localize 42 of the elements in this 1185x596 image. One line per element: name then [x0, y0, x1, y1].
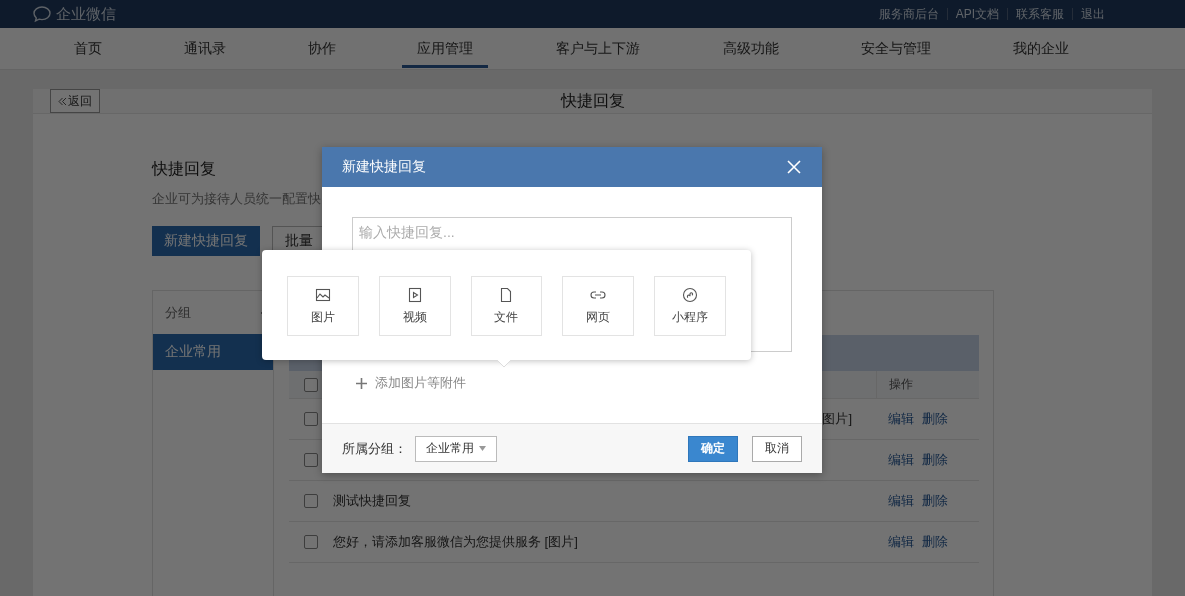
back-button[interactable]: 返回	[50, 89, 100, 113]
nav-tab[interactable]: 协作	[293, 32, 351, 68]
nav-tab[interactable]: 安全与管理	[846, 32, 946, 68]
action-link[interactable]: 编辑	[888, 533, 914, 551]
header-link[interactable]: 退出	[1072, 8, 1113, 20]
attachment-option[interactable]: 文件	[470, 276, 543, 336]
reply-text: 您好，请添加客服微信为您提供服务 [图片]	[333, 533, 578, 551]
attachment-option[interactable]: 网页	[562, 276, 635, 336]
section-title: 快捷回复	[152, 159, 216, 179]
action-link[interactable]: 编辑	[888, 451, 914, 469]
header-link[interactable]: 联系客服	[1007, 8, 1072, 20]
nav-tab[interactable]: 通讯录	[169, 32, 241, 68]
group-header: 分组	[165, 303, 191, 322]
reply-text: 图片]	[822, 410, 852, 428]
nav-tab[interactable]: 高级功能	[708, 32, 794, 68]
new-reply-button[interactable]: 新建快捷回复	[152, 226, 260, 256]
header-link[interactable]: 服务商后台	[870, 8, 947, 20]
action-link[interactable]: 删除	[922, 533, 948, 551]
attachment-option[interactable]: 图片	[287, 276, 359, 336]
confirm-button[interactable]: 确定	[688, 435, 738, 462]
group-item[interactable]: 企业常用	[153, 334, 273, 370]
group-label: 所属分组：	[342, 439, 407, 458]
action-link[interactable]: 编辑	[888, 492, 914, 510]
group-select[interactable]: 企业常用	[415, 435, 497, 462]
nav-tab[interactable]: 我的企业	[998, 32, 1084, 68]
dialog-title: 新建快捷回复	[342, 158, 426, 176]
attachment-option[interactable]: 视频	[378, 276, 451, 336]
column-header: 操作	[889, 376, 913, 393]
logo-text: 企业微信	[56, 4, 116, 24]
add-attachment-button[interactable]: 添加图片等附件	[356, 374, 466, 392]
action-link[interactable]: 编辑	[888, 410, 914, 428]
action-link[interactable]: 删除	[922, 492, 948, 510]
action-link[interactable]: 删除	[922, 410, 948, 428]
attachment-option[interactable]: 小程序	[654, 276, 726, 336]
action-link[interactable]: 删除	[922, 451, 948, 469]
page-title: 快捷回复	[559, 90, 626, 111]
cancel-button[interactable]: 取消	[752, 435, 802, 462]
header-link[interactable]: API文档	[946, 8, 1007, 20]
nav-tab[interactable]: 客户与上下游	[541, 32, 655, 68]
nav-tab[interactable]: 首页	[59, 32, 117, 68]
nav-tab[interactable]: 应用管理	[402, 32, 488, 68]
reply-text: 测试快捷回复	[333, 492, 411, 510]
